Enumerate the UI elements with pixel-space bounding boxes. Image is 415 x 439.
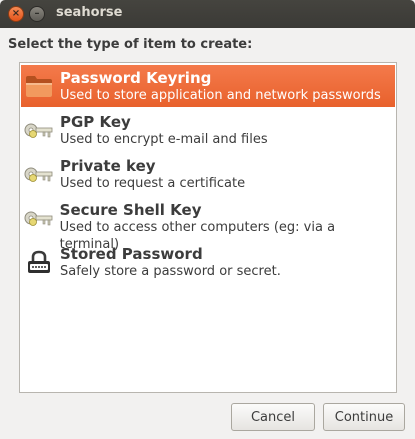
folder-icon: [21, 65, 55, 107]
lock-icon: [21, 241, 55, 283]
item-description: Safely store a password or secret.: [60, 264, 281, 279]
close-window-button[interactable]: ×: [8, 6, 24, 22]
item-name: Private key: [60, 157, 156, 175]
minimize-window-button[interactable]: –: [29, 6, 45, 22]
key-icon: [21, 109, 55, 151]
item-description: Used to encrypt e-mail and files: [60, 132, 268, 147]
item-name: Password Keyring: [60, 69, 212, 87]
list-item-private-key[interactable]: Private key Used to request a certificat…: [21, 153, 395, 195]
item-description: Used to store application and network pa…: [60, 88, 381, 103]
continue-button[interactable]: Continue: [323, 403, 405, 431]
item-type-list[interactable]: Password Keyring Used to store applicati…: [19, 62, 397, 393]
window-title: seahorse: [56, 5, 123, 20]
list-item-stored-password[interactable]: Stored Password Safely store a password …: [21, 241, 395, 283]
list-item-password-keyring[interactable]: Password Keyring Used to store applicati…: [21, 65, 395, 107]
dialog-prompt: Select the type of item to create:: [8, 37, 253, 52]
minimize-icon: –: [34, 8, 40, 19]
item-name: Secure Shell Key: [59, 201, 202, 219]
list-item-pgp-key[interactable]: PGP Key Used to encrypt e-mail and files: [21, 109, 395, 151]
close-icon: ×: [11, 8, 21, 19]
item-description: Used to request a certificate: [60, 176, 246, 191]
item-name: PGP Key: [60, 113, 131, 131]
list-item-secure-shell-key[interactable]: Secure Shell Key Used to access other co…: [21, 197, 395, 252]
key-icon: [21, 153, 55, 195]
title-bar: × – seahorse: [0, 0, 415, 28]
item-name: Stored Password: [60, 245, 203, 263]
cancel-button[interactable]: Cancel: [231, 403, 315, 431]
key-icon: [21, 197, 55, 239]
